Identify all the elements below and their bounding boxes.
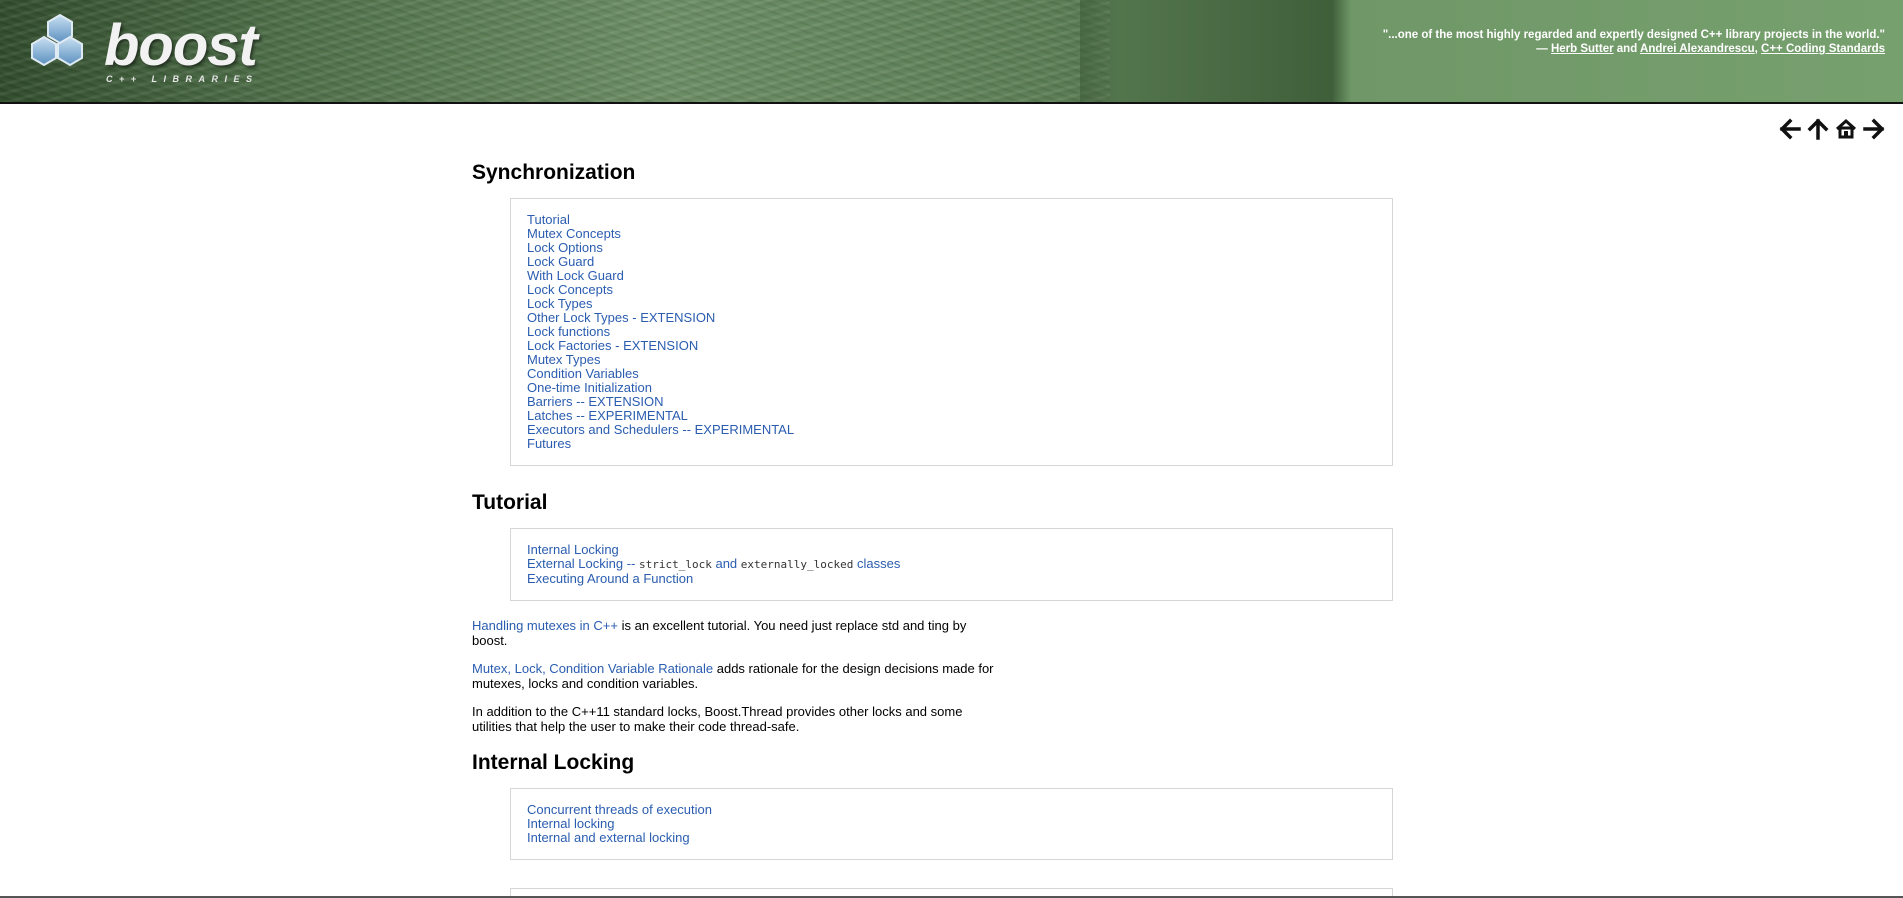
toc-link-concurrent-threads[interactable]: Concurrent threads of execution xyxy=(527,803,1376,817)
externally-locked-code: externally_locked xyxy=(740,558,854,571)
toc-link-barriers[interactable]: Barriers -- EXTENSION xyxy=(527,395,1376,409)
toc-link-one-time-initialization[interactable]: One-time Initialization xyxy=(527,381,1376,395)
toc-link-executing-around-a-function[interactable]: Executing Around a Function xyxy=(527,572,1376,586)
main-content: Synchronization Tutorial Mutex Concepts … xyxy=(472,160,1402,884)
banner-fade xyxy=(1080,0,1120,102)
toc-link-latches[interactable]: Latches -- EXPERIMENTAL xyxy=(527,409,1376,423)
quote-text: "...one of the most highly regarded and … xyxy=(1382,29,1885,41)
toc-link-internal-locking[interactable]: Internal Locking xyxy=(527,543,1376,557)
toc-link-external-locking[interactable]: External Locking -- strict_lock and exte… xyxy=(527,557,1376,572)
book-link-coding-standards[interactable]: C++ Coding Standards xyxy=(1761,43,1885,55)
next-arrow-icon[interactable] xyxy=(1863,118,1885,140)
toc-link-lock-concepts[interactable]: Lock Concepts xyxy=(527,283,1376,297)
author-link-andrei-alexandrescu[interactable]: Andrei Alexandrescu xyxy=(1640,43,1755,55)
toc-link-internal-locking-sub[interactable]: Internal locking xyxy=(527,817,1376,831)
prev-arrow-icon[interactable] xyxy=(1779,118,1801,140)
synchronization-toc: Tutorial Mutex Concepts Lock Options Loc… xyxy=(510,198,1393,466)
quote-dash: — xyxy=(1536,43,1551,55)
section-title-synchronization: Synchronization xyxy=(472,161,636,184)
logo-wordmark: boost xyxy=(104,13,258,78)
internal-locking-toc: Concurrent threads of execution Internal… xyxy=(510,788,1393,860)
toc-link-with-lock-guard[interactable]: With Lock Guard xyxy=(527,269,1376,283)
section-title-tutorial: Tutorial xyxy=(472,491,548,514)
paragraph-handling-mutexes: Handling mutexes in C++ is an excellent … xyxy=(472,618,1002,648)
link-rationale[interactable]: Mutex, Lock, Condition Variable Rational… xyxy=(472,661,713,676)
site-banner: boost C++ LIBRARIES "...one of the most … xyxy=(0,0,1903,104)
toc-link-lock-types[interactable]: Lock Types xyxy=(527,297,1376,311)
link-handling-mutexes[interactable]: Handling mutexes in C++ xyxy=(472,618,618,633)
external-locking-prefix: External Locking -- xyxy=(527,556,639,571)
author-link-herb-sutter[interactable]: Herb Sutter xyxy=(1551,43,1614,55)
toc-link-condition-variables[interactable]: Condition Variables xyxy=(527,367,1376,381)
boost-logo[interactable]: boost C++ LIBRARIES xyxy=(20,14,270,84)
toc-link-executors-and-schedulers[interactable]: Executors and Schedulers -- EXPERIMENTAL xyxy=(527,423,1376,437)
toc-link-mutex-types[interactable]: Mutex Types xyxy=(527,353,1376,367)
toc-link-lock-options[interactable]: Lock Options xyxy=(527,241,1376,255)
up-arrow-icon[interactable] xyxy=(1807,118,1829,140)
paragraph-additional-locks: In addition to the C++11 standard locks,… xyxy=(472,704,963,734)
banner-quote: "...one of the most highly regarded and … xyxy=(1383,28,1885,56)
toc-link-mutex-concepts[interactable]: Mutex Concepts xyxy=(527,227,1376,241)
quote-attribution: — Herb Sutter and Andrei Alexandrescu, C… xyxy=(1383,42,1885,56)
toc-link-lock-factories[interactable]: Lock Factories - EXTENSION xyxy=(527,339,1376,353)
hexagon-logo-icon xyxy=(31,14,83,67)
toc-link-lock-functions[interactable]: Lock functions xyxy=(527,325,1376,339)
toc-link-tutorial[interactable]: Tutorial xyxy=(527,213,1376,227)
home-icon[interactable] xyxy=(1835,118,1857,140)
quote-and: and xyxy=(1613,43,1641,55)
logo-subtitle: C++ LIBRARIES xyxy=(106,74,259,84)
strict-lock-code: strict_lock xyxy=(639,558,712,571)
paragraph-rationale: Mutex, Lock, Condition Variable Rational… xyxy=(472,661,1002,691)
toc-link-futures[interactable]: Futures xyxy=(527,437,1376,451)
doc-navigation xyxy=(1779,118,1885,140)
toc-link-internal-and-external-locking[interactable]: Internal and external locking xyxy=(527,831,1376,845)
external-locking-suffix: classes xyxy=(853,556,901,571)
section-title-internal-locking: Internal Locking xyxy=(472,751,635,774)
toc-link-lock-guard[interactable]: Lock Guard xyxy=(527,255,1376,269)
tutorial-toc: Internal Locking External Locking -- str… xyxy=(510,528,1393,601)
external-locking-and: and xyxy=(711,556,741,571)
toc-link-other-lock-types[interactable]: Other Lock Types - EXTENSION xyxy=(527,311,1376,325)
